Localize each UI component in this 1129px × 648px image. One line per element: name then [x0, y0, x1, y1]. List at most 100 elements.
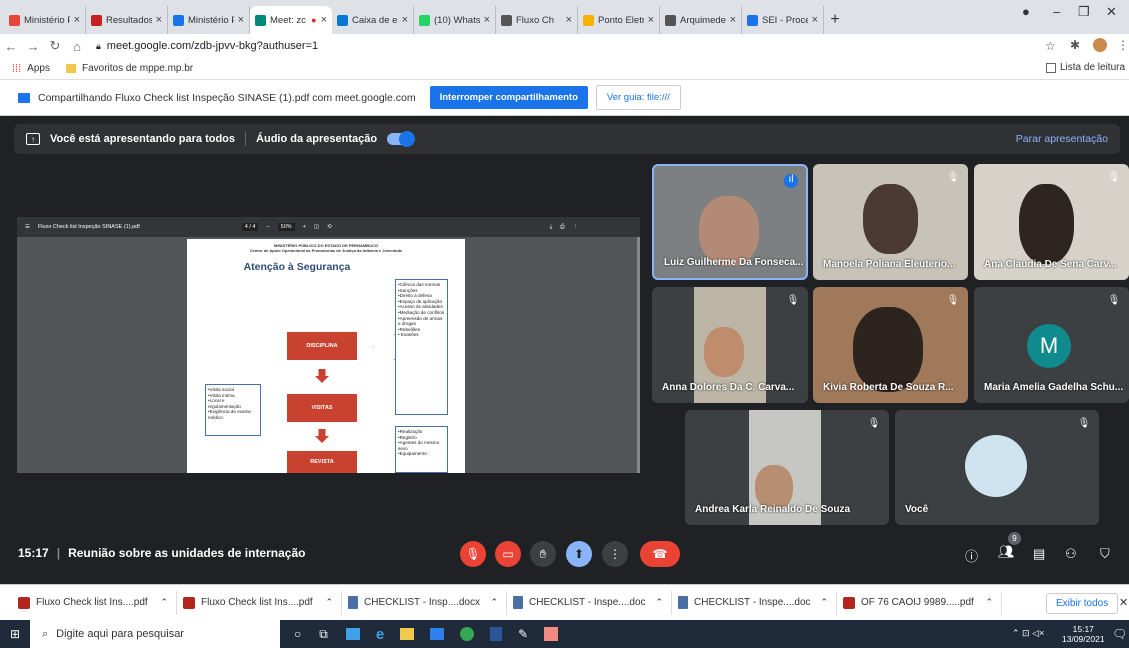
participant-tile[interactable]: 🎙︎ Anna Dolores Da C. Carva... — [652, 287, 808, 403]
cortana-icon[interactable]: ○ — [294, 627, 301, 641]
close-downloads-icon[interactable]: ✕ — [1119, 596, 1128, 609]
close-tab-icon[interactable]: × — [74, 14, 80, 26]
close-tab-icon[interactable]: × — [730, 14, 736, 26]
browser-tab[interactable]: Resultados d × — [86, 6, 168, 34]
people-icon[interactable]: 👥︎ — [998, 544, 1015, 560]
pdf-zoom-level[interactable]: 50% — [277, 223, 295, 231]
participant-tile[interactable]: 🎙︎ Você — [895, 410, 1099, 525]
rotate-icon[interactable]: ⟲ — [327, 224, 332, 230]
present-button[interactable]: ⬆ — [566, 541, 592, 567]
stop-sharing-button[interactable]: Interromper compartilhamento — [429, 86, 588, 109]
chevron-up-icon[interactable]: ⌃ — [820, 597, 828, 608]
browser-tab[interactable]: SEI - Process × — [742, 6, 824, 34]
browser-tab[interactable]: Caixa de entr × — [332, 6, 414, 34]
browser-tab[interactable]: Ponto Eletrô × — [578, 6, 660, 34]
download-item[interactable]: CHECKLIST - Insp....docx ⌃ — [342, 590, 507, 615]
chevron-up-icon[interactable]: ⌃ — [325, 597, 333, 608]
pdf-page-indicator[interactable]: 4 / 4 — [241, 223, 259, 231]
download-item[interactable]: CHECKLIST - Inspe....doc ⌃ — [507, 590, 672, 615]
browser-tab[interactable]: Ministério Pú × — [168, 6, 250, 34]
chevron-up-icon[interactable]: ⌃ — [655, 597, 663, 608]
download-icon[interactable]: ⤓ — [550, 224, 552, 231]
raise-hand-button[interactable]: ✋︎ — [530, 541, 556, 567]
browser-tab[interactable]: Ministério Pú × — [4, 6, 86, 34]
meeting-details-icon[interactable]: ⓘ — [965, 546, 978, 565]
mic-off-button[interactable]: 🎙︎ — [460, 541, 486, 567]
tray-icons[interactable]: ⌃ ⊡ ◁× — [1012, 628, 1044, 639]
participant-tile[interactable]: M 🎙︎ Maria Amelia Gadelha Schu... — [974, 287, 1129, 403]
close-tab-icon[interactable]: × — [812, 14, 818, 26]
download-item[interactable]: Fluxo Check list Ins....pdf ⌃ — [177, 590, 342, 615]
restore-button[interactable]: ❐ — [1078, 4, 1090, 20]
presentation-audio-toggle[interactable] — [387, 131, 416, 147]
forward-arrow-icon[interactable]: → — [22, 39, 44, 54]
participant-tile[interactable]: ıl Luiz Guilherme Da Fonseca... — [652, 164, 808, 280]
word-icon[interactable] — [490, 627, 503, 641]
taskbar-search-box[interactable]: ⌕ Digite aqui para pesquisar — [30, 620, 280, 648]
close-tab-icon[interactable]: × — [238, 14, 244, 26]
browser-tab[interactable]: (10) WhatsAp × — [414, 6, 496, 34]
leave-call-button[interactable]: ☎︎ — [640, 541, 680, 567]
bookmark-apps[interactable]: Apps — [27, 63, 50, 74]
show-all-downloads-button[interactable]: Exibir todos — [1046, 593, 1119, 614]
participant-tile[interactable]: 🎙︎ Andrea Karla Reinaldo De Souza — [685, 410, 889, 525]
fit-page-icon[interactable]: ◫ — [314, 224, 319, 230]
reload-icon[interactable]: ↻ — [44, 38, 66, 54]
close-tab-icon[interactable]: × — [484, 14, 490, 26]
close-tab-icon[interactable]: × — [566, 14, 572, 26]
pdf-menu-icon[interactable]: ☰ — [25, 224, 30, 230]
close-window-button[interactable]: ✕ — [1106, 4, 1117, 20]
pdf-more-icon[interactable]: ⋮ — [573, 224, 579, 230]
browser-tab[interactable]: Arquimedes × — [660, 6, 742, 34]
home-icon[interactable]: ⌂ — [66, 39, 88, 54]
download-item[interactable]: OF 76 CAOIJ 9989.....pdf ⌃ — [837, 590, 1002, 615]
chevron-up-icon[interactable]: ⌃ — [160, 597, 168, 608]
camera-off-button[interactable]: ▭ — [495, 541, 521, 567]
back-arrow-icon[interactable]: ← — [0, 39, 22, 54]
edge-icon[interactable]: e — [376, 626, 384, 643]
tool-icon[interactable]: ✎ — [518, 627, 528, 641]
taskbar-app-icon[interactable] — [544, 627, 559, 641]
view-tab-button[interactable]: Ver guia: file:/// — [595, 85, 681, 110]
reading-list-link[interactable]: Lista de leitura — [1060, 62, 1125, 73]
close-tab-icon[interactable]: × — [648, 14, 654, 26]
participant-tile[interactable]: 🎙︎ Manoela Poliana Eleuterio... — [813, 164, 968, 280]
browser-tab[interactable]: Fluxo Ch × — [496, 6, 578, 34]
extensions-icon[interactable]: ✱ — [1070, 38, 1080, 52]
print-icon[interactable]: ⎙ — [560, 224, 564, 231]
clock[interactable]: 15:17 13/09/2021 — [1062, 624, 1105, 644]
file-explorer-icon[interactable] — [400, 628, 415, 640]
notifications-icon[interactable]: 🗨︎ — [1112, 627, 1127, 641]
participant-tile[interactable]: 🎙︎ Kivia Roberta De Souza R... — [813, 287, 968, 403]
chrome-icon[interactable] — [460, 627, 475, 641]
avatar[interactable] — [1093, 38, 1107, 52]
bookmark-favorites[interactable]: Favoritos de mppe.mp.br — [82, 63, 193, 74]
task-view-icon[interactable]: ⧉ — [319, 627, 328, 642]
close-tab-icon[interactable]: × — [156, 14, 162, 26]
activities-icon[interactable]: ⚇ — [1065, 546, 1077, 562]
pdf-scrollbar[interactable] — [637, 237, 640, 473]
chevron-up-icon[interactable]: ⌃ — [985, 597, 993, 608]
download-item[interactable]: CHECKLIST - Inspe....doc ⌃ — [672, 590, 837, 615]
taskbar-app-icon[interactable] — [345, 628, 360, 640]
zoom-in-icon[interactable]: + — [303, 224, 306, 230]
menu-dots-icon[interactable]: ⋮ — [1117, 38, 1129, 52]
mail-icon[interactable] — [430, 628, 445, 640]
participant-tile[interactable]: 🎙︎ Ana Claudia De Sena Carv... — [974, 164, 1129, 280]
chevron-up-icon[interactable]: ⌃ — [490, 597, 498, 608]
stop-presenting-link[interactable]: Parar apresentação — [1016, 133, 1108, 145]
more-options-button[interactable]: ⋮ — [602, 541, 628, 567]
profile-icon[interactable]: ● — [1022, 4, 1030, 19]
star-icon[interactable]: ☆ — [1045, 39, 1056, 53]
zoom-out-icon[interactable]: − — [266, 224, 269, 230]
close-tab-icon[interactable]: × — [321, 14, 327, 26]
windows-start-icon[interactable]: ⊞ — [10, 627, 20, 641]
browser-tab[interactable]: Meet: zc ● × — [250, 6, 332, 34]
minimize-button[interactable]: – — [1053, 4, 1060, 19]
download-item[interactable]: Fluxo Check list Ins....pdf ⌃ — [12, 590, 177, 615]
close-tab-icon[interactable]: × — [402, 14, 408, 26]
new-tab-button[interactable]: + — [824, 6, 846, 34]
chat-icon[interactable]: ▤ — [1033, 546, 1045, 562]
host-controls-icon[interactable]: ⛉ — [1100, 546, 1110, 562]
url-field[interactable]: 🔒︎ meet.google.com/zdb-jpvv-bkg?authuser… — [96, 40, 318, 52]
